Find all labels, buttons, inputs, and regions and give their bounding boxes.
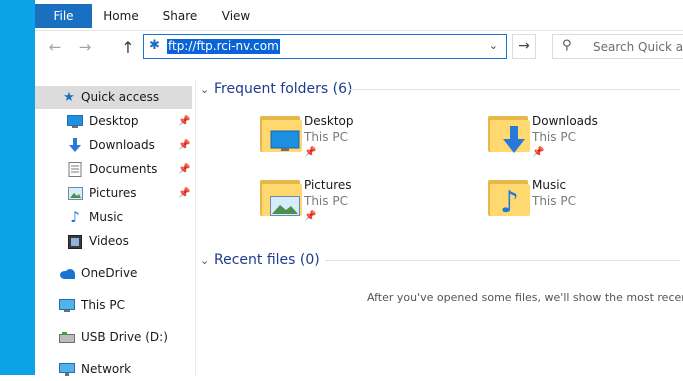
sidebar-item-quick-access[interactable]: ★ Quick access xyxy=(35,86,192,109)
sidebar-item-label: Quick access xyxy=(81,90,160,104)
arrow-right-icon: → xyxy=(78,38,92,56)
sidebar-item-label: Network xyxy=(81,362,132,376)
folder-icon xyxy=(260,114,304,156)
film-icon xyxy=(67,234,83,249)
folder-tile-desktop[interactable]: Desktop This PC 📌 xyxy=(260,114,460,174)
pin-icon: 📌 xyxy=(304,147,317,158)
folder-location: This PC xyxy=(304,130,348,144)
pin-icon[interactable]: 📌 xyxy=(178,182,190,205)
pin-icon[interactable]: 📌 xyxy=(178,158,190,181)
folder-icon: ♪ xyxy=(488,178,532,220)
sidebar-item-network[interactable]: Network xyxy=(35,358,192,381)
group-divider xyxy=(325,260,680,261)
up-button[interactable]: ↑ xyxy=(118,37,138,57)
address-bar[interactable]: ✱ ftp://ftp.rci-nv.com ⌄ xyxy=(143,34,507,59)
sidebar-item-label: USB Drive (D:) xyxy=(81,330,168,344)
folder-name: Desktop xyxy=(304,114,354,128)
file-explorer-window: File Home Share View ← → ↑ ✱ ftp://ftp.r… xyxy=(35,0,683,376)
sidebar-item-pictures[interactable]: Pictures 📌 xyxy=(35,182,192,205)
folder-tile-downloads[interactable]: Downloads This PC 📌 xyxy=(488,114,683,174)
computer-icon xyxy=(59,298,75,313)
navigation-pane: ★ Quick access Desktop 📌 Downloads 📌 Doc… xyxy=(35,80,196,376)
sidebar-item-documents[interactable]: Documents 📌 xyxy=(35,158,192,181)
folder-location: This PC xyxy=(532,130,576,144)
back-button[interactable]: ← xyxy=(45,37,65,57)
forward-button[interactable]: → xyxy=(75,37,95,57)
cloud-icon xyxy=(59,266,75,281)
sidebar-item-desktop[interactable]: Desktop 📌 xyxy=(35,110,192,133)
search-icon: ⚲ xyxy=(562,38,572,53)
star-icon: ★ xyxy=(63,90,75,105)
sidebar-item-label: Documents xyxy=(89,162,158,176)
sidebar-item-label: Music xyxy=(89,210,124,224)
group-title: Recent files (0) xyxy=(214,252,320,268)
content-pane: ⌄ Frequent folders (6) Desktop This PC 📌 xyxy=(200,65,683,375)
tab-home[interactable]: Home xyxy=(97,4,145,30)
sidebar-item-label: Pictures xyxy=(89,186,137,200)
folder-icon xyxy=(260,178,304,220)
sidebar-item-label: Downloads xyxy=(89,138,155,152)
document-icon xyxy=(67,162,83,177)
arrow-left-icon: ← xyxy=(48,38,62,56)
group-header-frequent-folders[interactable]: ⌄ Frequent folders (6) xyxy=(200,78,353,100)
sidebar-item-downloads[interactable]: Downloads 📌 xyxy=(35,134,192,157)
usb-drive-icon xyxy=(59,330,75,345)
group-header-recent-files[interactable]: ⌄ Recent files (0) xyxy=(200,249,320,271)
sidebar-item-label: This PC xyxy=(81,298,125,312)
pin-icon[interactable]: 📌 xyxy=(178,134,190,157)
sidebar-item-onedrive[interactable]: OneDrive xyxy=(35,262,192,285)
sidebar-item-this-pc[interactable]: This PC xyxy=(35,294,192,317)
address-text[interactable]: ftp://ftp.rci-nv.com xyxy=(167,39,280,54)
desktop-icon xyxy=(270,130,300,152)
pin-icon: 📌 xyxy=(304,211,317,222)
folder-name: Pictures xyxy=(304,178,352,192)
quick-access-star-icon: ✱ xyxy=(149,38,160,53)
folder-name: Music xyxy=(532,178,567,192)
go-button[interactable]: → xyxy=(512,34,536,59)
search-placeholder: Search Quick acce xyxy=(593,40,683,54)
pin-icon[interactable]: 📌 xyxy=(178,110,190,133)
ribbon-tabs: File Home Share View xyxy=(35,0,683,31)
empty-state-message: After you've opened some files, we'll sh… xyxy=(367,291,683,304)
sidebar-item-music[interactable]: ♪ Music xyxy=(35,206,192,229)
music-note-icon: ♪ xyxy=(70,208,80,226)
chevron-down-icon[interactable]: ⌄ xyxy=(489,39,498,52)
chevron-down-icon: ⌄ xyxy=(200,83,210,96)
pin-icon: 📌 xyxy=(532,147,545,158)
folder-name: Downloads xyxy=(532,114,598,128)
folder-location: This PC xyxy=(532,194,576,208)
group-title: Frequent folders (6) xyxy=(214,81,353,97)
chevron-down-icon: ⌄ xyxy=(200,254,210,267)
tab-view[interactable]: View xyxy=(215,4,257,30)
desktop-icon xyxy=(67,114,83,129)
folder-location: This PC xyxy=(304,194,348,208)
arrow-up-icon: ↑ xyxy=(121,37,135,57)
search-box[interactable]: ⚲ Search Quick acce xyxy=(552,34,683,59)
download-arrow-icon xyxy=(502,126,526,154)
navigation-bar: ← → ↑ ✱ ftp://ftp.rci-nv.com ⌄ → ⚲ Searc… xyxy=(35,31,683,65)
folder-icon xyxy=(488,114,532,156)
picture-icon xyxy=(270,196,300,216)
tab-file[interactable]: File xyxy=(35,4,92,28)
sidebar-item-usb-drive[interactable]: USB Drive (D:) xyxy=(35,326,192,349)
music-note-icon: ♪ xyxy=(500,185,520,220)
sidebar-item-label: Videos xyxy=(89,234,129,248)
sidebar-item-label: OneDrive xyxy=(81,266,138,280)
arrow-right-icon: → xyxy=(518,38,530,54)
group-divider xyxy=(350,89,680,90)
folder-tile-music[interactable]: ♪ Music This PC xyxy=(488,178,683,238)
download-arrow-icon xyxy=(67,138,83,153)
picture-icon xyxy=(67,186,83,201)
sidebar-item-label: Desktop xyxy=(89,114,139,128)
tab-share[interactable]: Share xyxy=(155,4,205,30)
desktop-background xyxy=(0,0,35,375)
folder-tile-pictures[interactable]: Pictures This PC 📌 xyxy=(260,178,460,238)
sidebar-item-videos[interactable]: Videos xyxy=(35,230,192,253)
